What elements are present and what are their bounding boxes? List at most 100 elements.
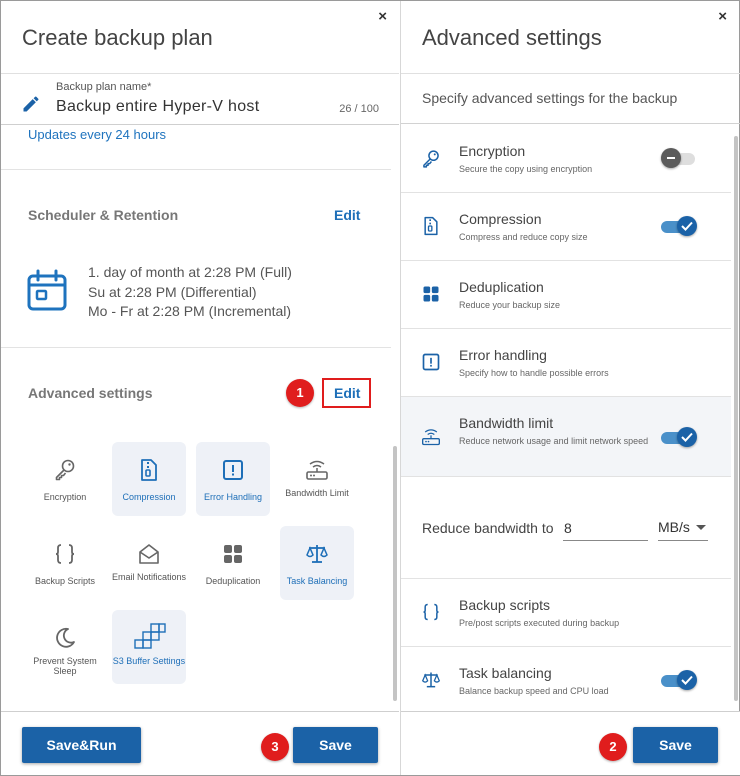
setting-title: Deduplication [459, 279, 544, 295]
tile-s3-buffer-settings[interactable]: S3 Buffer Settings [112, 610, 186, 684]
bandwidth-limit-toggle[interactable] [661, 426, 697, 448]
setting-title: Compression [459, 211, 542, 227]
tile-label: Encryption [43, 492, 87, 502]
toggle-knob [661, 148, 681, 168]
tile-task-balancing[interactable]: Task Balancing [280, 526, 354, 600]
scrollbar[interactable] [393, 446, 397, 701]
setting-title: Error handling [459, 347, 547, 363]
tile-label: Error Handling [203, 492, 263, 502]
setting-row-compression[interactable]: Compression Compress and reduce copy siz… [401, 193, 731, 261]
router-icon [422, 429, 440, 446]
advanced-edit-button[interactable]: Edit [334, 385, 360, 401]
save-and-run-button[interactable]: Save&Run [22, 727, 141, 763]
setting-row-error-handling[interactable]: Error handling Specify how to handle pos… [401, 329, 731, 397]
file-zip-icon [141, 459, 157, 481]
bandwidth-input[interactable] [563, 515, 648, 541]
tile-deduplication[interactable]: Deduplication [196, 526, 270, 600]
updates-link[interactable]: Updates every 24 hours [28, 127, 166, 142]
key-icon [55, 459, 75, 481]
step-badge-1: 1 [286, 379, 314, 407]
bandwidth-unit-value: MB/s [658, 519, 690, 535]
tile-label: Deduplication [205, 576, 261, 586]
setting-title: Task balancing [459, 665, 552, 681]
tile-label: Compression [122, 492, 176, 502]
tile-email-notifications[interactable]: Email Notifications [112, 526, 186, 600]
setting-description: Reduce network usage and limit network s… [459, 436, 649, 446]
scrollbar[interactable] [734, 136, 738, 701]
setting-row-deduplication[interactable]: Deduplication Reduce your backup size [401, 261, 731, 329]
plan-name-label: Backup plan name* [56, 81, 152, 93]
router-icon [306, 460, 328, 480]
exclamation-square-icon [422, 353, 440, 371]
compression-toggle[interactable] [661, 215, 697, 237]
tile-compression[interactable]: Compression [112, 442, 186, 516]
bandwidth-label: Reduce bandwidth to [422, 520, 554, 536]
advanced-settings-title: Advanced settings [28, 385, 153, 401]
braces-icon [55, 544, 75, 564]
page-title: Create backup plan [22, 25, 213, 50]
minus-icon [667, 157, 675, 159]
exclamation-square-icon [223, 460, 243, 480]
setting-description: Reduce your backup size [459, 300, 561, 310]
panel-subtitle: Specify advanced settings for the backup [422, 90, 678, 106]
setting-row-backup-scripts[interactable]: Backup scripts Pre/post scripts executed… [401, 579, 731, 647]
setting-description: Secure the copy using encryption [459, 164, 593, 174]
pencil-icon [23, 96, 39, 112]
close-icon[interactable]: × [718, 9, 727, 24]
scales-icon [306, 545, 328, 563]
setting-description: Specify how to handle possible errors [459, 368, 609, 378]
file-zip-icon [424, 216, 438, 236]
setting-row-bandwidth-limit[interactable]: Bandwidth limit Reduce network usage and… [401, 397, 731, 477]
tile-prevent-system-sleep[interactable]: Prevent System Sleep [28, 610, 102, 684]
encryption-toggle[interactable] [661, 147, 697, 169]
tile-label: Prevent System Sleep [33, 656, 97, 676]
divider [1, 347, 391, 348]
save-button[interactable]: Save [633, 727, 718, 763]
moon-icon [56, 627, 75, 648]
setting-row-encryption[interactable]: Encryption Secure the copy using encrypt… [401, 125, 731, 193]
setting-description: Compress and reduce copy size [459, 232, 588, 242]
plan-name-char-count: 26 / 100 [339, 103, 379, 115]
setting-description: Balance backup speed and CPU load [459, 686, 609, 696]
calendar-icon [27, 269, 67, 311]
check-icon [681, 675, 693, 685]
advanced-settings-panel: × Advanced settings Specify advanced set… [400, 1, 740, 775]
scheduler-edit-button[interactable]: Edit [334, 207, 360, 223]
divider [1, 169, 391, 170]
tile-label: Task Balancing [286, 576, 348, 586]
close-icon[interactable]: × [378, 9, 387, 24]
create-backup-plan-panel: × Create backup plan Backup plan name* B… [1, 1, 399, 775]
save-button[interactable]: Save [293, 727, 378, 763]
plan-name-value[interactable]: Backup entire Hyper-V host [56, 98, 259, 116]
tile-encryption[interactable]: Encryption [28, 442, 102, 516]
bandwidth-unit-select[interactable]: MB/s [658, 515, 708, 541]
tile-label: Bandwidth Limit [285, 488, 349, 498]
backup-plan-name-field[interactable]: Backup plan name* Backup entire Hyper-V … [1, 73, 399, 125]
step-badge-2: 2 [599, 733, 627, 761]
setting-title: Backup scripts [459, 597, 551, 613]
toggle-knob [677, 427, 697, 447]
divider [401, 123, 740, 124]
tile-label: Backup Scripts [34, 576, 96, 586]
tile-label: S3 Buffer Settings [112, 656, 186, 666]
cubes-icon [134, 623, 166, 649]
braces-icon [423, 603, 439, 621]
tile-backup-scripts[interactable]: Backup Scripts [28, 526, 102, 600]
check-icon [681, 221, 693, 231]
task-balancing-toggle[interactable] [661, 669, 697, 691]
schedule-line-incremental: Mo - Fr at 2:28 PM (Incremental) [88, 303, 292, 319]
tile-label: Email Notifications [111, 572, 187, 582]
schedule-line-differential: Su at 2:28 PM (Differential) [88, 283, 257, 300]
schedule-line-full: 1. day of month at 2:28 PM (Full) [88, 264, 292, 280]
panel-title: Advanced settings [422, 25, 602, 50]
setting-row-task-balancing[interactable]: Task balancing Balance backup speed and … [401, 647, 731, 711]
tile-error-handling[interactable]: Error Handling [196, 442, 270, 516]
grid-icon [224, 545, 242, 563]
toggle-knob [677, 216, 697, 236]
step-badge-3: 3 [261, 733, 289, 761]
tile-bandwidth-limit[interactable]: Bandwidth Limit [280, 442, 354, 516]
toggle-knob [677, 670, 697, 690]
left-footer: Save&Run 3 Save [1, 711, 399, 775]
check-icon [681, 432, 693, 442]
divider [401, 73, 740, 74]
